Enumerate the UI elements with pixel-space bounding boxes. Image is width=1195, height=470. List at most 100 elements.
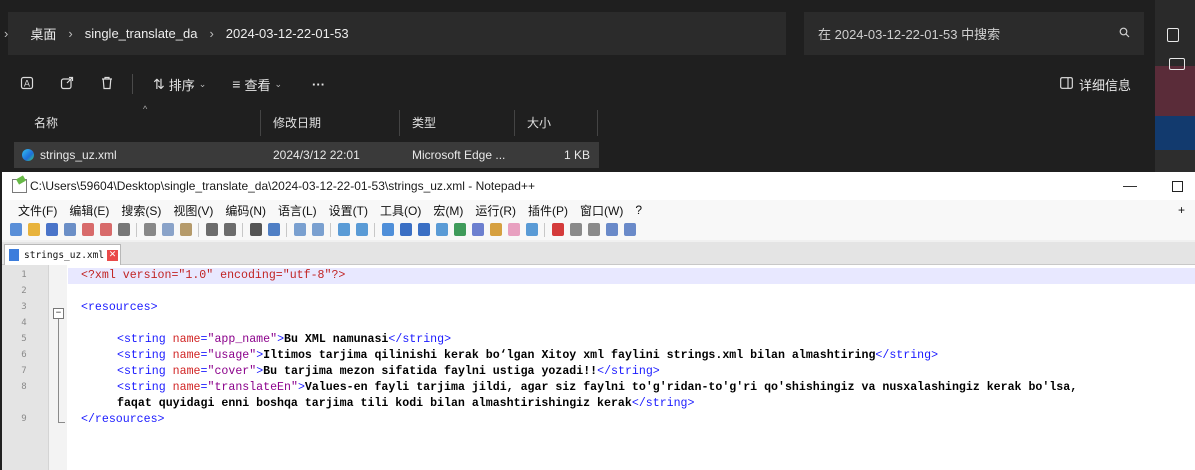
toolbar-divider [136,223,137,237]
indent-guide-icon[interactable] [418,223,430,236]
code-line[interactable]: </resources> [81,412,165,428]
search-icon[interactable] [1119,27,1130,41]
menu-view[interactable]: 视图(V) [173,202,213,219]
column-modified-header[interactable]: 修改日期 [261,110,400,136]
sort-button[interactable]: ⇅ 排序 ⌄ [147,69,212,99]
menu-run[interactable]: 运行(R) [475,202,516,219]
sync-horizontal-icon[interactable] [356,223,368,236]
menu-language[interactable]: 语言(L) [278,202,317,219]
eye-icon[interactable] [526,223,538,236]
column-type-header[interactable]: 类型 [400,110,515,136]
show-all-characters-icon[interactable] [400,223,412,236]
breadcrumb-current[interactable]: 2024-03-12-22-01-53 [226,26,349,41]
code-token: > [297,381,305,394]
redo-icon[interactable] [224,223,236,236]
breadcrumb-folder[interactable]: single_translate_da [85,26,198,41]
code-line[interactable]: faqat quyidagi enni boshqa tarjima tili … [117,396,694,412]
code-line[interactable]: <?xml version="1.0" encoding="utf-8"?> [81,268,345,284]
view-label: 查看 [244,77,271,93]
find-icon[interactable] [250,223,262,236]
menu-search[interactable]: 搜索(S) [121,202,161,219]
menu-encoding[interactable]: 编码(N) [225,202,266,219]
column-size-header[interactable]: 大小 [515,110,598,136]
maximize-button[interactable] [1172,181,1183,192]
monitoring-icon[interactable] [508,223,520,236]
address-bar[interactable]: › 桌面 › single_translate_da › 2024-03-12-… [4,12,786,55]
more-button[interactable]: ··· [302,69,331,99]
code-line[interactable]: <string name="translateEn">Values-en fay… [117,380,1077,396]
toolbar-divider [330,223,331,237]
sync-vertical-icon[interactable] [338,223,350,236]
breadcrumb-desktop[interactable]: 桌面 [30,24,56,43]
file-type: Microsoft Edge ... [412,148,506,162]
file-explorer-window: › 桌面 › single_translate_da › 2024-03-12-… [0,0,1155,172]
menu-tools[interactable]: 工具(O) [380,202,421,219]
code-token: name [172,349,201,362]
close-all-icon[interactable] [100,223,112,236]
menu-edit[interactable]: 编辑(E) [69,202,109,219]
save-icon[interactable] [46,223,58,236]
cut-icon[interactable] [144,223,156,236]
file-size: 1 KB [564,148,591,162]
replace-icon[interactable] [268,223,280,236]
print-icon[interactable] [118,223,130,236]
code-token: </string> [631,397,695,410]
copy-icon[interactable] [162,223,174,236]
code-line[interactable]: <resources> [81,300,158,316]
stop-macro-icon[interactable] [570,223,582,236]
window-title: C:\Users\59604\Desktop\single_translate_… [30,179,535,193]
open-file-icon[interactable] [28,223,40,236]
close-file-icon[interactable] [82,223,94,236]
menu-help[interactable]: ? [635,203,642,217]
editor-pane[interactable]: − 1 <?xml version="1.0" encoding="utf-8"?… [2,265,1195,470]
save-all-icon[interactable] [64,223,76,236]
open-with-button[interactable] [54,69,80,99]
menu-macro[interactable]: 宏(M) [433,202,463,219]
search-placeholder[interactable]: 在 2024-03-12-22-01-53 中搜索 [818,24,1119,43]
function-list-icon[interactable] [472,223,484,236]
code-line[interactable]: <string name="app_name">Bu XML namunasi<… [117,332,451,348]
file-row[interactable]: strings_uz.xml 2024/3/12 22:01 Microsoft… [14,142,599,168]
run-macro-multiple-icon[interactable] [606,223,618,236]
code-token: <string [117,381,173,394]
fold-toggle-icon[interactable]: − [53,308,64,319]
code-line[interactable]: <string name="cover">Bu tarjima mezon si… [117,364,660,380]
paste-icon[interactable] [180,223,192,236]
toolbar-divider [544,223,545,237]
chevron-right-icon[interactable]: › [4,26,8,41]
delete-button[interactable] [94,69,120,99]
menu-plugins[interactable]: 插件(P) [528,202,568,219]
share-icon: A [20,76,34,93]
menu-file[interactable]: 文件(F) [18,202,57,219]
udl-icon[interactable] [436,223,448,236]
column-name-header[interactable]: 名称 [14,110,261,136]
line-number: 3 [21,302,27,312]
line-number: 8 [21,382,27,392]
toolbar-divider [198,223,199,237]
zoom-out-icon[interactable] [312,223,324,236]
add-new-button[interactable]: + [1178,200,1185,220]
close-tab-icon[interactable]: ✕ [107,249,119,261]
code-line[interactable]: <string name="usage">Iltimos tarjima qil… [117,348,938,364]
folder-workspace-icon[interactable] [490,223,502,236]
view-button[interactable]: ≡ 查看 ⌄ [226,69,288,99]
play-macro-icon[interactable] [588,223,600,236]
code-token: faqat quyidagi enni boshqa tarjima tili … [117,397,632,410]
minimize-button[interactable]: — [1123,172,1137,198]
undo-icon[interactable] [206,223,218,236]
zoom-in-icon[interactable] [294,223,306,236]
new-file-icon[interactable] [10,223,22,236]
menu-window[interactable]: 窗口(W) [580,202,623,219]
word-wrap-icon[interactable] [382,223,394,236]
tab-strings-uz[interactable]: strings_uz.xml ✕ [4,244,122,265]
save-macro-icon[interactable] [624,223,636,236]
record-macro-icon[interactable] [552,223,564,236]
menu-settings[interactable]: 设置(T) [329,202,368,219]
search-box[interactable]: 在 2024-03-12-22-01-53 中搜索 [804,12,1144,55]
view-icon: ≡ [232,76,241,92]
title-bar[interactable]: C:\Users\59604\Desktop\single_translate_… [2,172,1195,200]
document-map-icon[interactable] [454,223,466,236]
share-button[interactable]: A [14,69,40,99]
details-pane-button[interactable]: 详细信息 [1060,66,1131,102]
code-token: name [172,333,201,346]
